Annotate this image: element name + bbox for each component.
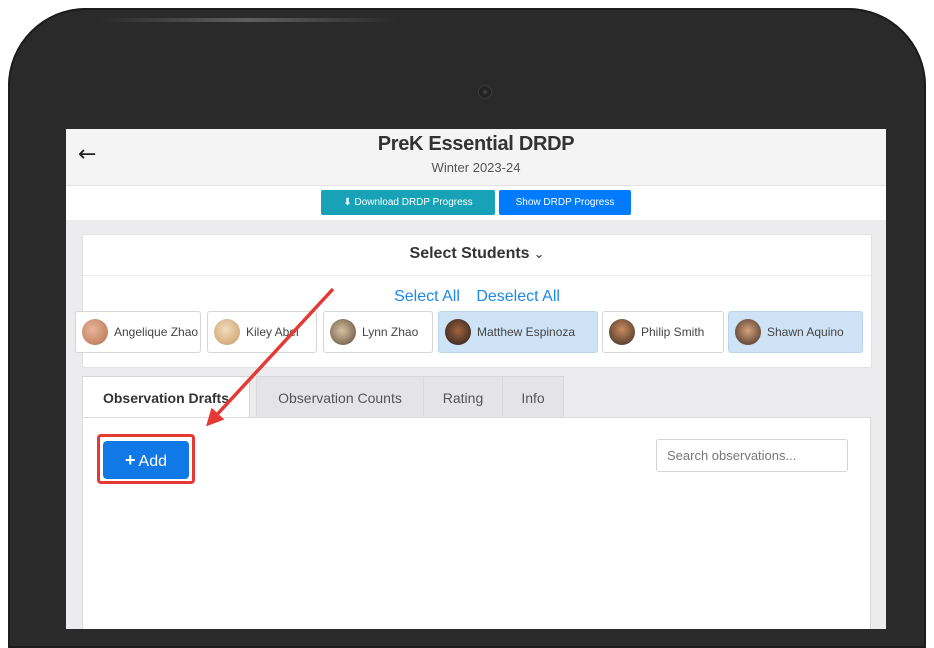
student-chip-matthew-espinoza[interactable]: Matthew Espinoza [438,311,598,353]
avatar [330,319,356,345]
observation-drafts-panel: + Add [82,417,871,629]
show-progress-button[interactable]: Show DRDP Progress [499,190,631,215]
camera-icon [478,85,492,99]
selection-links: Select All Deselect All [83,288,871,306]
app-screen: ← PreK Essential DRDP Winter 2023-24 ⬇ D… [66,129,886,629]
tab-observation-counts[interactable]: Observation Counts [256,376,424,419]
student-name: Shawn Aquino [767,325,844,339]
app-header: ← PreK Essential DRDP Winter 2023-24 [66,129,886,186]
plus-icon: + [125,449,136,470]
student-chip-shawn-aquino[interactable]: Shawn Aquino [728,311,863,353]
tab-info[interactable]: Info [502,376,564,419]
deselect-all-link[interactable]: Deselect All [476,288,560,305]
student-chip-lynn-zhao[interactable]: Lynn Zhao [323,311,433,353]
tab-observation-drafts[interactable]: Observation Drafts [82,376,250,419]
progress-button-row: ⬇ Download DRDP Progress Show DRDP Progr… [66,186,886,220]
avatar [735,319,761,345]
student-name: Philip Smith [641,325,705,339]
student-name: Kiley Abel [246,325,299,339]
download-icon: ⬇ [343,197,352,208]
add-label: Add [138,452,167,470]
select-all-link[interactable]: Select All [394,288,460,305]
tablet-glare [98,18,398,22]
student-name: Lynn Zhao [362,325,419,339]
page-title: PreK Essential DRDP [377,133,575,155]
avatar [445,319,471,345]
download-progress-button[interactable]: ⬇ Download DRDP Progress [321,190,495,215]
student-chip-philip-smith[interactable]: Philip Smith [602,311,724,353]
tab-bar: Observation Drafts Observation Counts Ra… [82,376,870,419]
page-subtitle: Winter 2023-24 [431,160,521,175]
student-chip-list: Angelique Zhao Kiley Abel Lynn Zhao Matt… [75,311,871,355]
tab-rating[interactable]: Rating [423,376,503,419]
add-observation-button[interactable]: + Add [103,441,189,479]
avatar [609,319,635,345]
student-chip-angelique-zhao[interactable]: Angelique Zhao [75,311,201,353]
chevron-down-icon: ⌄ [533,246,545,261]
student-chip-kiley-abel[interactable]: Kiley Abel [207,311,317,353]
divider [83,275,871,276]
student-name: Angelique Zhao [114,325,199,339]
avatar [214,319,240,345]
student-name: Matthew Espinoza [477,325,576,339]
select-students-label: Select Students [409,245,530,262]
student-selector-card: Select Students ⌄ Select All Deselect All… [75,234,872,368]
search-observations-input[interactable] [656,439,848,472]
download-progress-label: Download DRDP Progress [354,197,473,208]
avatar [82,319,108,345]
select-students-toggle[interactable]: Select Students ⌄ [83,245,871,263]
